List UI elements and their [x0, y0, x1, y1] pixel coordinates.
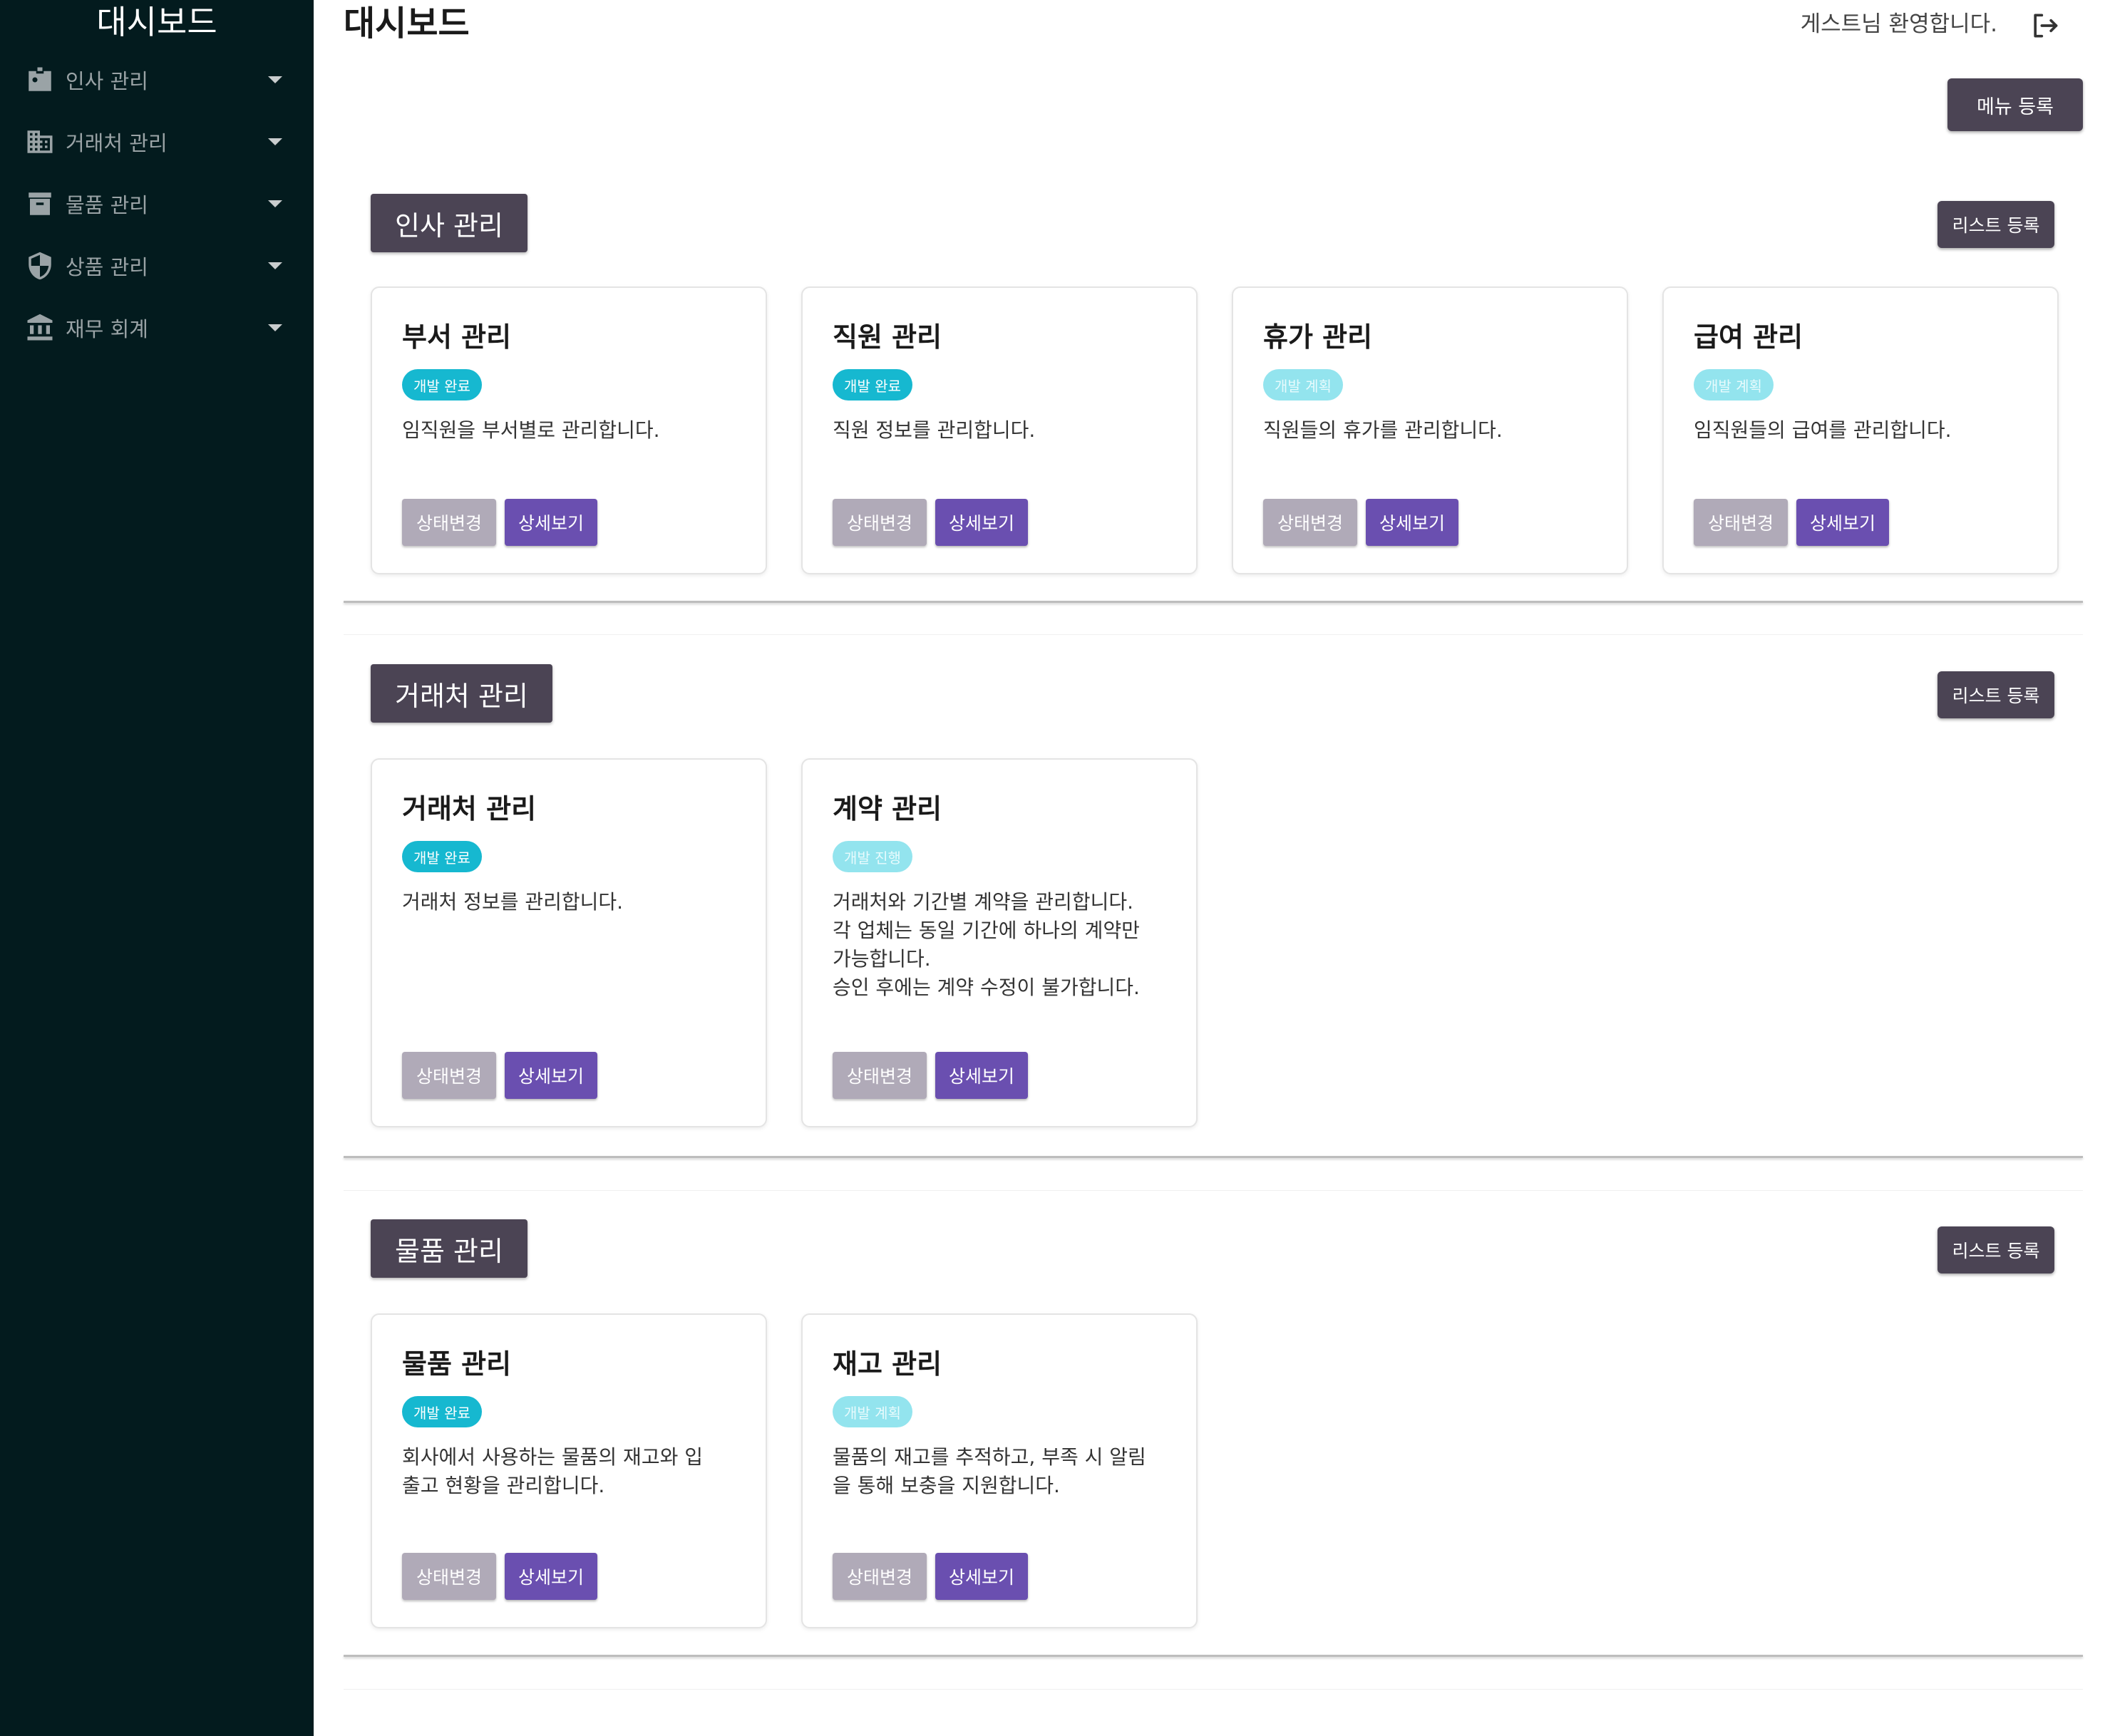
change-status-button[interactable]: 상태변경	[833, 499, 927, 546]
section-hr: 인사 관리 리스트 등록 부서 관리 개발 완료 임직원을 부서별로 관리합니다…	[344, 192, 2083, 606]
caret-down-icon	[268, 138, 282, 145]
section-divider	[344, 1689, 2083, 1690]
sidebar: 대시보드 인사 관리 거래처 관리 물품 관리 상품 관리 재무 회계	[0, 0, 314, 1736]
status-badge: 개발 계획	[1263, 369, 1343, 401]
card-title: 부서 관리	[402, 321, 512, 353]
sidebar-item-label: 인사 관리	[66, 69, 148, 93]
shield-icon	[24, 250, 56, 281]
view-detail-button[interactable]: 상세보기	[935, 499, 1028, 546]
sidebar-item-goods[interactable]: 물품 관리	[0, 175, 314, 232]
sidebar-item-hr[interactable]: 인사 관리	[0, 51, 314, 108]
change-status-button[interactable]: 상태변경	[402, 1052, 496, 1099]
change-status-button[interactable]: 상태변경	[402, 1553, 496, 1600]
status-badge: 개발 계획	[833, 1396, 912, 1427]
card-contract: 계약 관리 개발 진행 거래처와 기간별 계약을 관리합니다. 각 업체는 동일…	[801, 758, 1198, 1127]
change-status-button[interactable]: 상태변경	[833, 1553, 927, 1600]
section-divider	[344, 1655, 2083, 1657]
view-detail-button[interactable]: 상세보기	[1796, 499, 1889, 546]
status-badge: 개발 계획	[1694, 369, 1774, 401]
bank-icon	[24, 312, 56, 343]
view-detail-button[interactable]: 상세보기	[505, 1553, 597, 1600]
sidebar-item-finance[interactable]: 재무 회계	[0, 299, 314, 356]
card-title: 재고 관리	[833, 1348, 942, 1380]
status-badge: 개발 완료	[402, 841, 482, 872]
card-client: 거래처 관리 개발 완료 거래처 정보를 관리합니다. 상태변경 상세보기	[371, 758, 767, 1127]
sidebar-item-label: 물품 관리	[66, 193, 148, 217]
id-badge-icon	[24, 64, 56, 95]
caret-down-icon	[268, 262, 282, 269]
card-description: 물품의 재고를 추적하고, 부족 시 알림 을 통해 보충을 지원합니다.	[833, 1445, 1146, 1497]
caret-down-icon	[268, 200, 282, 207]
status-badge: 개발 완료	[833, 369, 912, 401]
section-title-chip: 거래처 관리	[371, 664, 552, 723]
welcome-text: 게스트님 환영합니다.	[1800, 11, 1997, 37]
card-goods: 물품 관리 개발 완료 회사에서 사용하는 물품의 재고와 입 출고 현황을 관…	[371, 1313, 767, 1628]
list-register-button[interactable]: 리스트 등록	[1937, 671, 2054, 718]
section-title-chip: 물품 관리	[371, 1219, 528, 1278]
section-goods: 물품 관리 리스트 등록 물품 관리 개발 완료 회사에서 사용하는 물품의 재…	[344, 1219, 2083, 1661]
page-title: 대시보드	[344, 4, 470, 43]
card-inventory: 재고 관리 개발 계획 물품의 재고를 추적하고, 부족 시 알림 을 통해 보…	[801, 1313, 1198, 1628]
archive-box-icon	[24, 188, 56, 219]
view-detail-button[interactable]: 상세보기	[505, 1052, 597, 1099]
view-detail-button[interactable]: 상세보기	[935, 1553, 1028, 1600]
sidebar-title: 대시보드	[96, 3, 217, 41]
sidebar-item-label: 상품 관리	[66, 255, 148, 279]
status-badge: 개발 진행	[833, 841, 912, 872]
card-vacation: 휴가 관리 개발 계획 직원들의 휴가를 관리합니다. 상태변경 상세보기	[1232, 286, 1628, 574]
sidebar-item-clients[interactable]: 거래처 관리	[0, 113, 314, 170]
section-divider	[344, 1190, 2083, 1191]
status-badge: 개발 완료	[402, 369, 482, 401]
change-status-button[interactable]: 상태변경	[833, 1052, 927, 1099]
section-divider	[344, 601, 2083, 603]
view-detail-button[interactable]: 상세보기	[1366, 499, 1458, 546]
list-register-button[interactable]: 리스트 등록	[1937, 1226, 2054, 1273]
card-description: 임직원을 부서별로 관리합니다.	[402, 418, 660, 442]
card-description: 임직원들의 급여를 관리합니다.	[1694, 418, 1952, 442]
view-detail-button[interactable]: 상세보기	[935, 1052, 1028, 1099]
logout-icon[interactable]	[2029, 10, 2060, 41]
change-status-button[interactable]: 상태변경	[1694, 499, 1788, 546]
card-title: 휴가 관리	[1263, 321, 1373, 353]
card-description: 거래처와 기간별 계약을 관리합니다. 각 업체는 동일 기간에 하나의 계약만…	[833, 890, 1140, 999]
card-title: 거래처 관리	[402, 793, 537, 825]
card-title: 직원 관리	[833, 321, 942, 353]
change-status-button[interactable]: 상태변경	[402, 499, 496, 546]
sidebar-item-label: 거래처 관리	[66, 131, 168, 155]
card-description: 직원들의 휴가를 관리합니다.	[1263, 418, 1503, 442]
caret-down-icon	[268, 324, 282, 331]
sidebar-item-products[interactable]: 상품 관리	[0, 237, 314, 294]
card-department: 부서 관리 개발 완료 임직원을 부서별로 관리합니다. 상태변경 상세보기	[371, 286, 767, 574]
sidebar-item-label: 재무 회계	[66, 317, 148, 341]
card-employee: 직원 관리 개발 완료 직원 정보를 관리합니다. 상태변경 상세보기	[801, 286, 1198, 574]
caret-down-icon	[268, 76, 282, 83]
card-title: 물품 관리	[402, 1348, 512, 1380]
change-status-button[interactable]: 상태변경	[1263, 499, 1357, 546]
card-title: 급여 관리	[1694, 321, 1803, 353]
card-description: 직원 정보를 관리합니다.	[833, 418, 1036, 442]
building-icon	[24, 126, 56, 157]
view-detail-button[interactable]: 상세보기	[505, 499, 597, 546]
section-divider	[344, 1156, 2083, 1158]
card-title: 계약 관리	[833, 793, 942, 825]
list-register-button[interactable]: 리스트 등록	[1937, 201, 2054, 248]
section-clients: 거래처 관리 리스트 등록 거래처 관리 개발 완료 거래처 정보를 관리합니다…	[344, 664, 2083, 1156]
card-description: 거래처 정보를 관리합니다.	[402, 890, 624, 914]
status-badge: 개발 완료	[402, 1396, 482, 1427]
card-payroll: 급여 관리 개발 계획 임직원들의 급여를 관리합니다. 상태변경 상세보기	[1662, 286, 2059, 574]
menu-register-button[interactable]: 메뉴 등록	[1947, 78, 2083, 131]
section-divider	[344, 634, 2083, 635]
section-title-chip: 인사 관리	[371, 194, 528, 252]
card-description: 회사에서 사용하는 물품의 재고와 입 출고 현황을 관리합니다.	[402, 1445, 704, 1497]
